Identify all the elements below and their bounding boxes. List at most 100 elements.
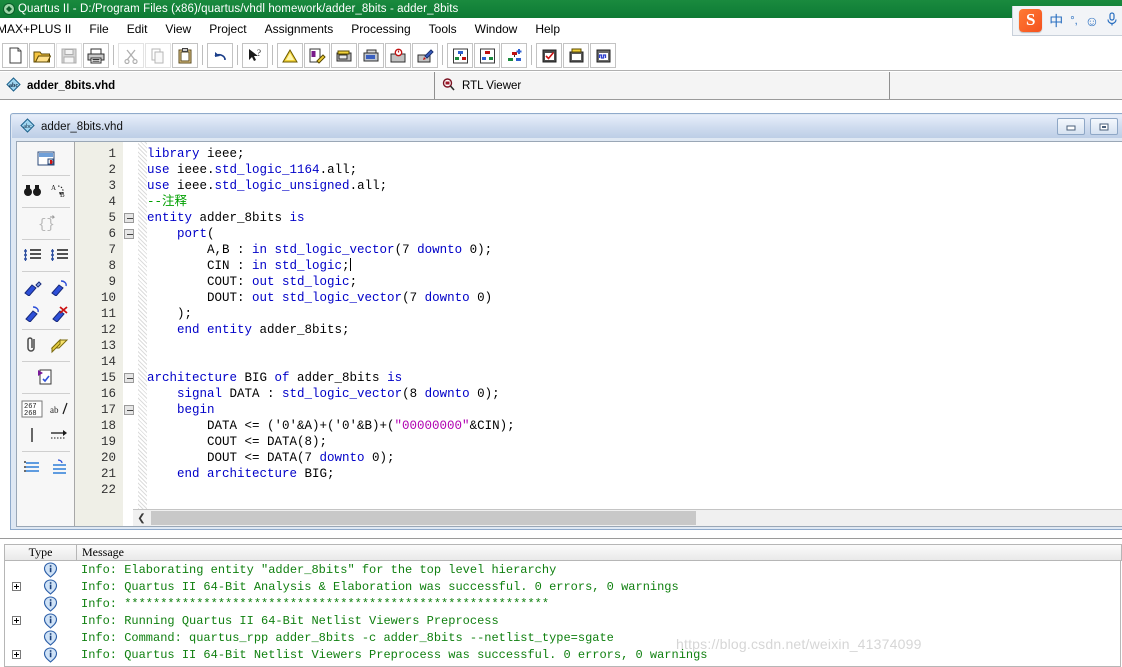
collapse-all-button[interactable] — [19, 454, 46, 480]
code-line[interactable]: DOUT: out std_logic_vector(7 downto 0) — [147, 290, 1122, 306]
menu-edit[interactable]: Edit — [118, 20, 157, 38]
timing-analyzer-button[interactable] — [385, 43, 411, 68]
context-help-button[interactable]: ? — [242, 43, 268, 68]
paste-button[interactable] — [172, 43, 198, 68]
expand-plus-icon[interactable] — [5, 650, 27, 659]
comment-selection-button[interactable] — [19, 274, 46, 300]
analysis-button[interactable] — [277, 43, 303, 68]
column-header-type[interactable]: Type — [4, 544, 76, 561]
scroll-left-arrow-icon[interactable]: ❮ — [133, 510, 150, 526]
delete-comment-button[interactable] — [46, 300, 73, 326]
tab-rtl-viewer[interactable]: RTL Viewer — [435, 72, 890, 99]
code-line[interactable]: architecture BIG of adder_8bits is — [147, 370, 1122, 386]
assembler-button[interactable] — [358, 43, 384, 68]
expand-all-button[interactable] — [46, 454, 73, 480]
fitter-button[interactable] — [331, 43, 357, 68]
expand-plus-icon[interactable] — [5, 582, 27, 591]
message-row[interactable]: Info: Quartus II 64-Bit Analysis & Elabo… — [5, 578, 1120, 595]
notes-button[interactable] — [46, 332, 73, 358]
ime-emoji-icon[interactable]: ☺ — [1085, 13, 1099, 29]
bookmark-button[interactable] — [19, 332, 46, 358]
code-line[interactable]: --注释 — [147, 194, 1122, 210]
fold-toggle-icon[interactable] — [123, 226, 138, 242]
fold-toggle-icon[interactable] — [123, 370, 138, 386]
editor-restore-button[interactable] — [1090, 118, 1118, 135]
code-line[interactable] — [147, 482, 1122, 498]
code-line[interactable]: ); — [147, 306, 1122, 322]
menu-view[interactable]: View — [156, 20, 200, 38]
code-line[interactable]: DOUT <= DATA(7 downto 0); — [147, 450, 1122, 466]
code-line[interactable]: port( — [147, 226, 1122, 242]
menu-processing[interactable]: Processing — [342, 20, 419, 38]
show-margin-button[interactable] — [19, 422, 46, 448]
code-editor-area[interactable]: 1 2 3 4 5 6 7 8 9 10 11 12 13 14 15 16 17 18 19 20 21 22 libr… — [75, 142, 1122, 526]
tab-adder-8bits-vhd[interactable]: abc adder_8bits.vhd — [0, 72, 435, 99]
sogou-logo-icon[interactable]: S — [1019, 9, 1043, 32]
fold-toggle-icon[interactable] — [123, 402, 138, 418]
message-row[interactable]: Info: Command: quartus_rpp adder_8bits -… — [5, 629, 1120, 646]
code-text-content[interactable]: library ieee; use ieee.std_logic_1164.all… — [147, 142, 1122, 526]
cut-button[interactable] — [118, 43, 144, 68]
show-whitespace-button[interactable] — [46, 422, 73, 448]
insert-template-button[interactable] — [32, 146, 59, 172]
code-line[interactable]: COUT: out std_logic; — [147, 274, 1122, 290]
message-row[interactable]: Info: Quartus II 64-Bit Netlist Viewers … — [5, 646, 1120, 663]
new-file-button[interactable] — [2, 43, 28, 68]
menu-assignments[interactable]: Assignments — [256, 20, 343, 38]
code-line[interactable] — [147, 338, 1122, 354]
programmer-button[interactable] — [412, 43, 438, 68]
increase-indent-button[interactable] — [19, 242, 46, 268]
editor-window-title-bar[interactable]: abc adder_8bits.vhd — [12, 115, 1122, 138]
menu-help[interactable]: Help — [526, 20, 569, 38]
ime-voice-icon[interactable] — [1106, 11, 1118, 30]
message-row[interactable]: Info: Elaborating entity "adder_8bits" f… — [5, 561, 1120, 578]
code-line[interactable]: end entity adder_8bits; — [147, 322, 1122, 338]
word-wrap-button[interactable]: ab — [46, 396, 73, 422]
replace-button[interactable]: A B — [46, 178, 73, 204]
code-line[interactable]: use ieee.std_logic_unsigned.all; — [147, 178, 1122, 194]
horizontal-scroll-thumb[interactable] — [151, 511, 696, 525]
code-line[interactable]: library ieee; — [147, 146, 1122, 162]
code-line[interactable]: entity adder_8bits is — [147, 210, 1122, 226]
print-button[interactable] — [83, 43, 109, 68]
menu-file[interactable]: File — [80, 20, 117, 38]
match-brace-button[interactable]: {} — [32, 210, 59, 236]
menu-project[interactable]: Project — [200, 20, 255, 38]
open-file-button[interactable] — [29, 43, 55, 68]
code-line[interactable]: signal DATA : std_logic_vector(8 downto … — [147, 386, 1122, 402]
ime-floating-toolbar[interactable]: S 中 °, ☺ — [1012, 6, 1122, 36]
state-machine-button[interactable] — [501, 43, 527, 68]
expand-plus-icon[interactable] — [5, 616, 27, 625]
start-simulation-button[interactable] — [590, 43, 616, 68]
code-line[interactable]: CIN : in std_logic; — [147, 258, 1122, 274]
uncomment-selection-button[interactable] — [46, 274, 73, 300]
menu-tools[interactable]: Tools — [420, 20, 466, 38]
code-folding-column[interactable] — [123, 142, 138, 526]
undo-button[interactable] — [207, 43, 233, 68]
save-file-button[interactable] — [56, 43, 82, 68]
menu-window[interactable]: Window — [466, 20, 527, 38]
message-row[interactable]: Info: **********************************… — [5, 595, 1120, 612]
code-line[interactable]: end architecture BIG; — [147, 466, 1122, 482]
line-numbers-button[interactable]: 267 268 — [19, 396, 46, 422]
ime-punctuation-toggle[interactable]: °, — [1070, 13, 1077, 29]
technology-map-button[interactable] — [474, 43, 500, 68]
decrease-indent-button[interactable] — [46, 242, 73, 268]
code-line[interactable]: DATA <= ('0'&A)+('0'&B)+("00000000"&CIN)… — [147, 418, 1122, 434]
menu-maxplus2[interactable]: MAX+PLUS II — [0, 20, 80, 38]
ime-language-mode[interactable]: 中 — [1049, 13, 1063, 29]
messages-list[interactable]: Info: Elaborating entity "adder_8bits" f… — [4, 561, 1121, 667]
fold-toggle-icon[interactable] — [123, 210, 138, 226]
code-line[interactable]: A,B : in std_logic_vector(7 downto 0); — [147, 242, 1122, 258]
code-line[interactable]: use ieee.std_logic_1164.all; — [147, 162, 1122, 178]
column-header-message[interactable]: Message — [76, 544, 1122, 561]
copy-button[interactable] — [145, 43, 171, 68]
code-line[interactable]: COUT <= DATA(8); — [147, 434, 1122, 450]
find-button[interactable] — [19, 178, 46, 204]
analysis-synthesis-button[interactable] — [304, 43, 330, 68]
rtl-viewer-button[interactable] — [447, 43, 473, 68]
message-row[interactable]: Info: Running Quartus II 64-Bit Netlist … — [5, 612, 1120, 629]
check-syntax-button[interactable] — [32, 364, 59, 390]
start-compilation-button[interactable] — [563, 43, 589, 68]
insert-comment-button[interactable] — [19, 300, 46, 326]
